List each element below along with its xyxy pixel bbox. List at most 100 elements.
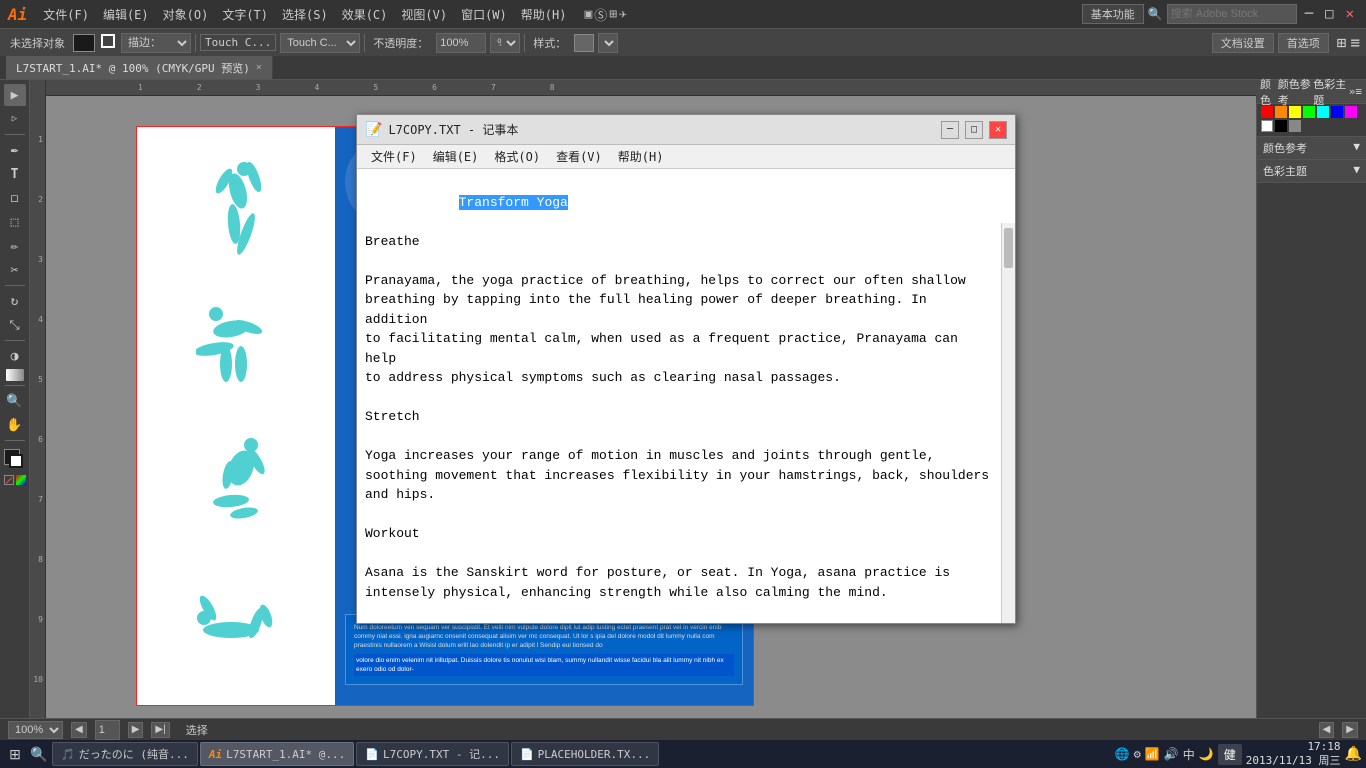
maximize-btn[interactable]: □: [1321, 4, 1337, 24]
style-box[interactable]: [574, 34, 594, 52]
tool-paintbrush[interactable]: ⬚: [4, 211, 26, 233]
tray-moon-icon[interactable]: 🌙: [1199, 747, 1214, 761]
tool-pen[interactable]: ✒: [4, 139, 26, 161]
notepad-maximize-btn[interactable]: □: [965, 121, 983, 139]
notepad-minimize-btn[interactable]: ─: [941, 121, 959, 139]
plugin-icon-3[interactable]: ⊞: [609, 7, 617, 22]
toolbar-icon-1[interactable]: ⊞: [1337, 33, 1347, 52]
taskbar-app-notepad2[interactable]: 📄 PLACEHOLDER.TX...: [511, 742, 659, 766]
status-left-btn[interactable]: ◀: [1319, 722, 1335, 738]
swatch-orange[interactable]: [1275, 106, 1287, 118]
menu-window[interactable]: 窗口(W): [455, 4, 513, 25]
np-menu-file[interactable]: 文件(F): [363, 146, 425, 167]
swatch-green[interactable]: [1303, 106, 1315, 118]
panel-ref-chevron[interactable]: ▼: [1353, 140, 1360, 156]
tool-scale[interactable]: ⤡: [4, 314, 26, 336]
opacity-unit[interactable]: %: [490, 33, 520, 53]
notepad-content[interactable]: Transform Yoga Breathe Pranayama, the yo…: [357, 169, 1015, 623]
tool-pencil[interactable]: ✏: [4, 235, 26, 257]
swatch-black[interactable]: [1275, 120, 1287, 132]
doc-tab-close[interactable]: ×: [256, 62, 262, 73]
minimize-btn[interactable]: ─: [1301, 4, 1317, 24]
taskbar-app-music[interactable]: 🎵 だったのに (纯音...: [52, 742, 198, 766]
panel-theme-chevron[interactable]: ▼: [1353, 163, 1360, 179]
panel-label-theme[interactable]: 色彩主题: [1313, 76, 1349, 108]
np-menu-help[interactable]: 帮助(H): [610, 146, 672, 167]
panel-label-color[interactable]: 颜色: [1260, 76, 1278, 108]
tool-hand[interactable]: ✋: [4, 414, 26, 436]
notepad-scrollbar[interactable]: [1001, 223, 1015, 623]
menu-effect[interactable]: 效果(C): [336, 4, 394, 25]
plugin-icon-4[interactable]: ✈: [619, 7, 627, 22]
tool-gradient[interactable]: [6, 369, 24, 381]
tool-eraser[interactable]: ✂: [4, 259, 26, 281]
tool-direct-select[interactable]: ▷: [4, 108, 26, 130]
tool-blend[interactable]: ◑: [4, 345, 26, 367]
tray-settings-icon[interactable]: ⚙: [1134, 747, 1141, 761]
prev-page-btn[interactable]: ◀: [71, 722, 87, 738]
menu-view[interactable]: 视图(V): [395, 4, 453, 25]
swatch-blue[interactable]: [1331, 106, 1343, 118]
fill-color[interactable]: [73, 34, 95, 52]
workspace-preset-btn[interactable]: 基本功能: [1082, 4, 1144, 24]
notepad-close-btn[interactable]: ✕: [989, 121, 1007, 139]
menu-select[interactable]: 选择(S): [276, 4, 334, 25]
touch-select[interactable]: Touch C...: [280, 33, 360, 53]
tray-ime-icon[interactable]: 中: [1183, 746, 1195, 763]
stroke-color-box[interactable]: [9, 454, 23, 468]
last-page-btn[interactable]: ▶|: [151, 722, 169, 738]
page-input[interactable]: [95, 720, 120, 740]
tool-rotate[interactable]: ↻: [4, 290, 26, 312]
tool-type[interactable]: T: [4, 163, 26, 185]
swatch-red[interactable]: [1261, 106, 1273, 118]
color-icon[interactable]: [16, 475, 26, 485]
swatch-gray[interactable]: [1289, 120, 1301, 132]
swatch-cyan[interactable]: [1317, 106, 1329, 118]
status-right-btn[interactable]: ▶: [1342, 722, 1358, 738]
preferences-btn[interactable]: 首选项: [1278, 33, 1329, 53]
adobe-stock-search[interactable]: [1167, 4, 1297, 24]
panel-menu-icon[interactable]: ≡: [1355, 85, 1362, 98]
np-menu-view[interactable]: 查看(V): [548, 146, 610, 167]
tray-network-icon[interactable]: 📶: [1145, 747, 1160, 761]
tool-zoom[interactable]: 🔍: [4, 390, 26, 412]
doc-settings-btn[interactable]: 文档设置: [1212, 33, 1274, 53]
style-select[interactable]: [598, 33, 618, 53]
stroke-select[interactable]: 描边：: [121, 33, 191, 53]
np-menu-format[interactable]: 格式(O): [486, 146, 548, 167]
doc-tab[interactable]: L7START_1.AI* @ 100% (CMYK/GPU 预览) ×: [6, 56, 273, 79]
taskbar-clock[interactable]: 17:18 2013/11/13 周三: [1246, 740, 1341, 768]
panel-color-theme-header[interactable]: 色彩主题 ▼: [1257, 160, 1366, 182]
notification-icon[interactable]: 🔔: [1345, 746, 1362, 762]
swatch-yellow[interactable]: [1289, 106, 1301, 118]
tray-volume-icon[interactable]: 🔊: [1164, 747, 1179, 761]
plugin-icon-1[interactable]: ▣: [584, 7, 592, 22]
panel-expand-icon[interactable]: »: [1349, 85, 1356, 98]
swatch-magenta[interactable]: [1345, 106, 1357, 118]
taskbar-app-ai[interactable]: Ai L7START_1.AI* @...: [200, 742, 354, 766]
tool-select[interactable]: ▶: [4, 84, 26, 106]
tray-globe-icon[interactable]: 🌐: [1115, 747, 1130, 761]
no-color-btn[interactable]: [4, 475, 14, 485]
swatch-white[interactable]: [1261, 120, 1273, 132]
plugin-icon-2[interactable]: Ⓢ: [594, 5, 607, 24]
next-page-btn[interactable]: ▶: [128, 722, 144, 738]
zoom-select[interactable]: 100%: [8, 721, 63, 739]
start-button[interactable]: ⊞: [4, 743, 26, 765]
panel-color-ref-header[interactable]: 颜色参考 ▼: [1257, 137, 1366, 159]
taskbar-app-notepad1[interactable]: 📄 L7COPY.TXT - 记...: [356, 742, 509, 766]
opacity-input[interactable]: [436, 33, 486, 53]
np-menu-edit[interactable]: 编辑(E): [425, 146, 487, 167]
toolbar-icon-2[interactable]: ≡: [1350, 33, 1360, 52]
menu-text[interactable]: 文字(T): [216, 4, 274, 25]
menu-object[interactable]: 对象(O): [157, 4, 215, 25]
panel-label-ref[interactable]: 颜色参考: [1278, 76, 1314, 108]
menu-file[interactable]: 文件(F): [37, 4, 95, 25]
search-button[interactable]: 🔍: [28, 743, 50, 765]
close-btn[interactable]: ✕: [1342, 4, 1358, 24]
menu-edit[interactable]: 编辑(E): [97, 4, 155, 25]
tool-shape[interactable]: ◻: [4, 187, 26, 209]
scrollbar-thumb[interactable]: [1004, 228, 1013, 268]
menu-help[interactable]: 帮助(H): [515, 4, 573, 25]
text-overlay[interactable]: Num doloreetum ven sequam ver suscipisti…: [345, 614, 743, 685]
